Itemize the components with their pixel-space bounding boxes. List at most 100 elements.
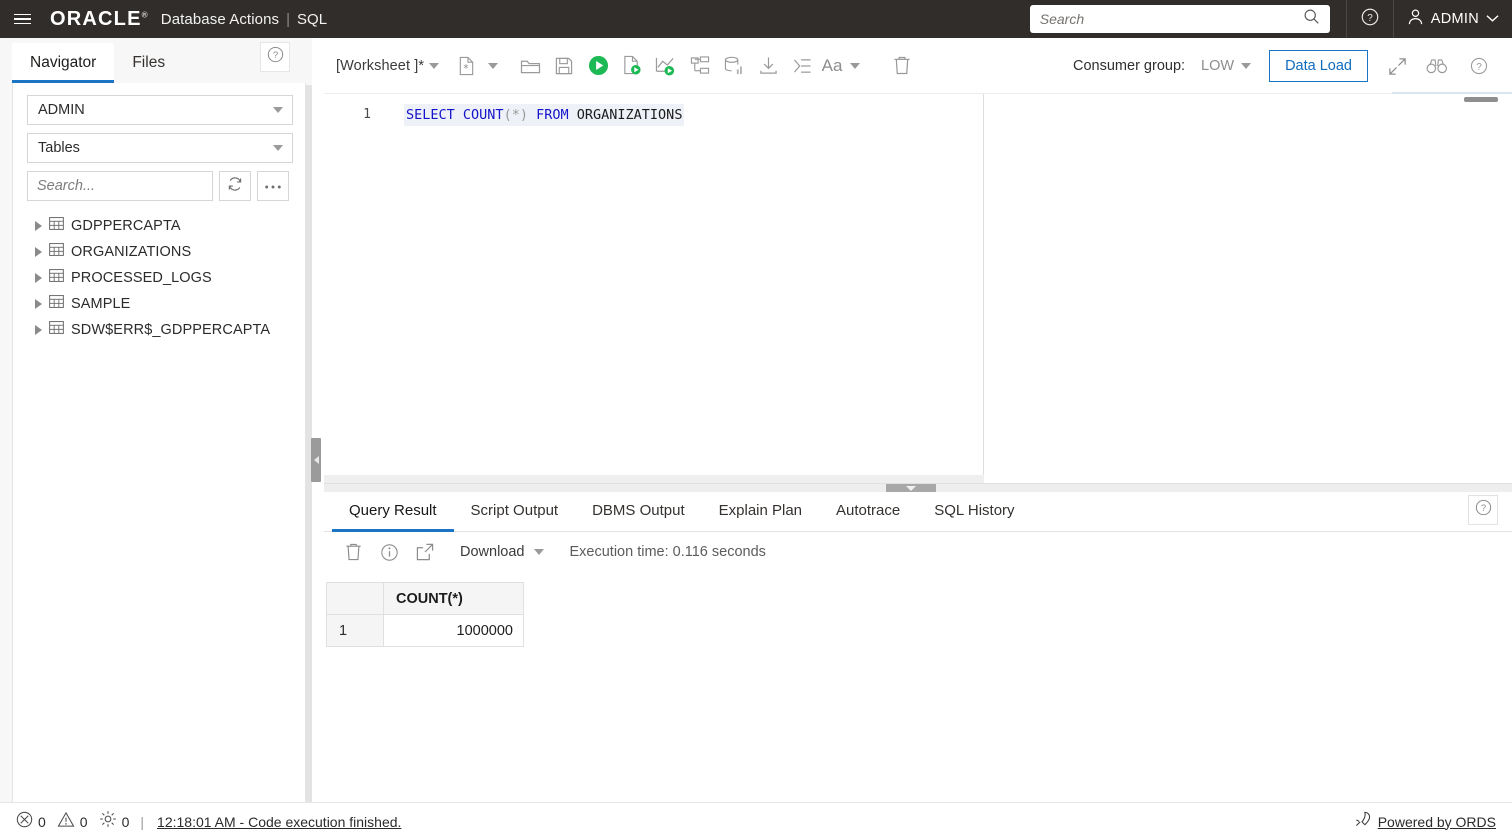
run-statement-icon[interactable] <box>581 49 615 83</box>
tree-item-gdppercapta[interactable]: GDPPERCAPTA <box>27 213 291 239</box>
global-search[interactable] <box>1029 5 1330 33</box>
expand-triangle-icon[interactable] <box>35 325 42 335</box>
tree-item-label: SDW$ERR$_GDPPERCAPTA <box>71 322 271 338</box>
tab-script-output[interactable]: Script Output <box>454 491 576 531</box>
explain-plan-icon[interactable] <box>649 49 683 83</box>
font-size-caret-icon[interactable] <box>845 49 865 83</box>
expand-triangle-icon[interactable] <box>35 273 42 283</box>
binoculars-icon[interactable] <box>1420 49 1454 83</box>
sql-keyword-select: SELECT <box>406 107 455 123</box>
grid-rownum-header <box>326 582 384 615</box>
user-menu-button[interactable]: ADMIN <box>1394 0 1512 38</box>
results-info-icon[interactable] <box>372 535 406 569</box>
worksheet-help-icon[interactable]: ? <box>1462 49 1496 83</box>
sql-history-icon[interactable] <box>717 49 751 83</box>
tab-explain-plan[interactable]: Explain Plan <box>702 491 819 531</box>
tree-item-label: SAMPLE <box>71 296 131 312</box>
tab-files[interactable]: Files <box>114 43 183 83</box>
tree-item-label: ORGANIZATIONS <box>71 244 192 260</box>
worksheet-name[interactable]: [Worksheet ]* <box>336 58 424 74</box>
tab-autotrace[interactable]: Autotrace <box>819 491 917 531</box>
results-toolbar: Download Execution time: 0.116 seconds <box>324 532 1512 572</box>
editor-vertical-scrollbar[interactable] <box>1464 97 1498 102</box>
format-icon[interactable] <box>785 49 819 83</box>
sidebar-help-button[interactable]: ? <box>260 42 290 72</box>
results-help-button[interactable]: ? <box>1468 495 1498 525</box>
editor-gutter: 1 <box>324 94 380 483</box>
run-script-icon[interactable] <box>615 49 649 83</box>
font-size-icon[interactable]: Aa <box>819 49 845 83</box>
refresh-button[interactable] <box>219 171 251 201</box>
expand-triangle-icon[interactable] <box>35 221 42 231</box>
save-icon[interactable] <box>547 49 581 83</box>
sql-editor-pane[interactable]: 1 SELECT COUNT(*) FROM ORGANIZATIONS <box>324 94 984 483</box>
object-type-select[interactable]: Tables <box>27 133 293 163</box>
expand-icon[interactable] <box>1380 49 1414 83</box>
collapse-left-icon <box>313 456 319 464</box>
status-message[interactable]: 12:18:01 AM - Code execution finished. <box>157 814 401 830</box>
warning-count: 0 <box>79 813 88 830</box>
tree-item-sample[interactable]: SAMPLE <box>27 291 291 317</box>
worksheet-name-chevron-down-icon[interactable] <box>429 62 440 69</box>
download-chevron-down-icon[interactable] <box>533 549 544 555</box>
sql-paren-close: ) <box>519 107 528 123</box>
grid-column-header[interactable]: COUNT(*) <box>384 582 524 615</box>
editor-horizontal-scrollbar[interactable] <box>324 475 984 483</box>
tree-item-organizations[interactable]: ORGANIZATIONS <box>27 239 291 265</box>
sql-keyword-from: FROM <box>536 107 569 123</box>
editor-top-accent <box>1392 92 1512 94</box>
table-row[interactable]: 1 1000000 <box>326 615 524 647</box>
download-icon[interactable] <box>751 49 785 83</box>
tree-item-sdw-err-gdppercapta[interactable]: SDW$ERR$_GDPPERCAPTA <box>27 317 291 343</box>
worksheet-panel: [Worksheet ]* * Aa Consumer group: LOW D… <box>324 38 1512 802</box>
open-file-icon[interactable] <box>513 49 547 83</box>
tab-navigator[interactable]: Navigator <box>12 43 115 83</box>
sql-code-line[interactable]: SELECT COUNT(*) FROM ORGANIZATIONS <box>404 104 685 126</box>
hamburger-menu-icon[interactable] <box>0 0 44 38</box>
tab-explain-plan-label: Explain Plan <box>718 502 803 519</box>
tab-autotrace-label: Autotrace <box>836 502 901 519</box>
sql-asterisk: * <box>511 107 520 123</box>
results-open-in-new-icon[interactable] <box>408 535 442 569</box>
new-worksheet-icon[interactable]: * <box>449 49 483 83</box>
navigator-more-button[interactable] <box>257 171 289 201</box>
download-results-label[interactable]: Download <box>460 544 525 560</box>
clear-icon[interactable] <box>885 49 919 83</box>
grid-cell-count[interactable]: 1000000 <box>384 615 524 647</box>
tab-sql-history-label: SQL History <box>934 502 1015 519</box>
header-help-button[interactable]: ? <box>1347 0 1393 38</box>
registered-mark: ® <box>141 9 149 19</box>
consumer-group-chevron-down-icon[interactable] <box>1241 63 1252 69</box>
results-panel: Query Result Script Output DBMS Output E… <box>324 492 1512 802</box>
data-load-button[interactable]: Data Load <box>1269 50 1368 82</box>
expand-triangle-icon[interactable] <box>35 299 42 309</box>
search-input[interactable] <box>1039 11 1303 27</box>
sql-editor-area: 1 SELECT COUNT(*) FROM ORGANIZATIONS <box>324 92 1512 483</box>
new-worksheet-caret-icon[interactable] <box>483 49 503 83</box>
schema-select[interactable]: ADMIN <box>27 95 293 125</box>
autotrace-icon[interactable] <box>683 49 717 83</box>
oracle-logo: ORACLE® <box>50 8 149 31</box>
tab-sql-history[interactable]: SQL History <box>917 491 1031 531</box>
tree-item-processed-logs[interactable]: PROCESSED_LOGS <box>27 265 291 291</box>
powered-by-ords[interactable]: Powered by ORDS <box>1354 811 1496 833</box>
results-grid: COUNT(*) 1 1000000 <box>326 582 524 647</box>
sidebar-collapse-handle[interactable] <box>311 438 321 482</box>
help-circle-icon: ? <box>266 45 285 69</box>
status-errors[interactable]: 0 <box>16 811 46 833</box>
svg-text:?: ? <box>1476 62 1482 73</box>
table-icon <box>49 269 64 287</box>
navigator-search-input[interactable] <box>27 171 213 201</box>
search-icon[interactable] <box>1303 8 1320 30</box>
results-clear-icon[interactable] <box>336 535 370 569</box>
status-warnings[interactable]: 0 <box>57 811 88 833</box>
expand-triangle-icon[interactable] <box>35 247 42 257</box>
tab-dbms-output[interactable]: DBMS Output <box>575 491 702 531</box>
consumer-group-value[interactable]: LOW <box>1201 58 1234 74</box>
status-settings[interactable]: 0 <box>99 810 129 833</box>
user-avatar-icon <box>1407 8 1424 31</box>
refresh-icon <box>227 176 243 197</box>
tab-query-result[interactable]: Query Result <box>332 491 454 532</box>
user-name-label: ADMIN <box>1430 11 1479 27</box>
object-type-select-value: Tables <box>38 140 80 156</box>
